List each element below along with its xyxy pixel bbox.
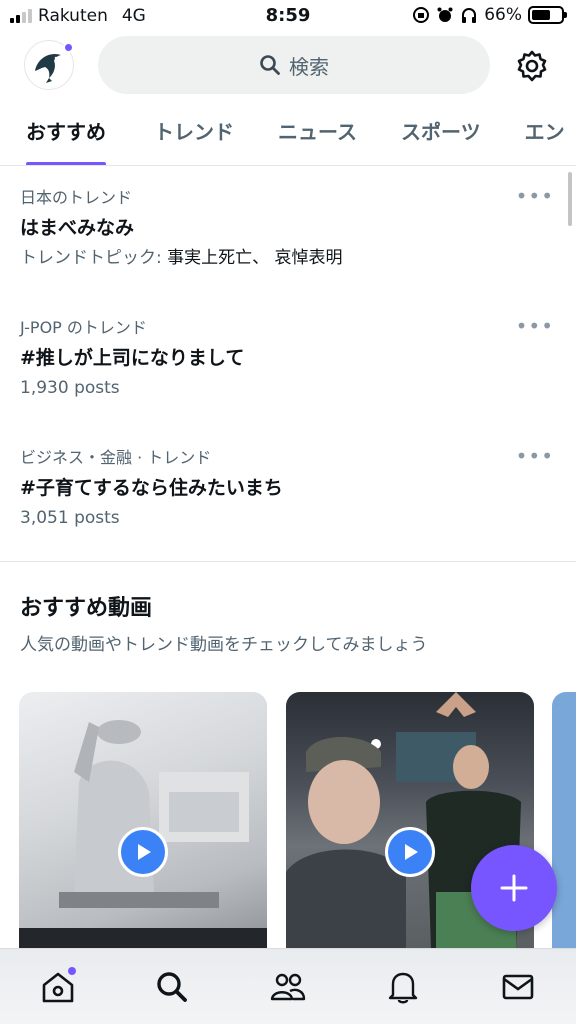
tab-sports[interactable]: スポーツ (379, 104, 503, 165)
nav-communities[interactable] (268, 967, 308, 1007)
search-icon (260, 55, 280, 75)
trend-item[interactable]: ビジネス・金融 · トレンド #子育てするなら住みたいまち 3,051 post… (0, 427, 576, 557)
gear-icon[interactable] (514, 48, 550, 84)
nav-search[interactable] (152, 967, 192, 1007)
play-button[interactable] (385, 827, 435, 877)
explore-tabs: おすすめ トレンド ニュース スポーツ エン (0, 104, 576, 166)
trend-title: #子育てするなら住みたいまち (20, 477, 283, 499)
play-button[interactable] (118, 827, 168, 877)
trend-meta-prefix: トレンドトピック: (20, 248, 168, 268)
play-icon (138, 844, 151, 860)
tab-news[interactable]: ニュース (256, 104, 379, 165)
trend-context: J-POP のトレンド (20, 318, 147, 337)
trend-post-count: 3,051 posts (20, 508, 120, 528)
section-divider (0, 561, 576, 562)
status-bar: Rakuten 4G 8:59 66% (0, 0, 576, 34)
headphones-icon (462, 8, 477, 23)
status-right: 66% (412, 5, 567, 25)
notification-dot (68, 967, 76, 975)
battery-icon (528, 6, 567, 24)
trend-context: 日本のトレンド (20, 188, 133, 207)
video-thumbnail-image (19, 720, 267, 948)
video-thumbnail[interactable] (19, 692, 267, 948)
video-thumbnail-partial[interactable] (552, 692, 576, 948)
trend-topics: 事実上死亡、 哀悼表明 (167, 248, 343, 268)
bell-icon (388, 972, 418, 1004)
more-options-icon[interactable]: ••• (516, 186, 554, 206)
notification-dot (63, 42, 74, 53)
communities-icon (270, 973, 306, 1001)
mail-icon (502, 974, 534, 1000)
more-options-icon[interactable]: ••• (516, 446, 554, 466)
tab-entertainment[interactable]: エン (503, 104, 576, 165)
trend-post-count: 1,930 posts (20, 378, 120, 398)
bottom-navigation (0, 948, 576, 1024)
search-icon (157, 972, 187, 1002)
trend-title: はまべみなみ (20, 217, 135, 239)
tab-trending[interactable]: トレンド (132, 104, 256, 165)
tab-recommended[interactable]: おすすめ (0, 104, 132, 165)
alarm-icon (437, 7, 453, 22)
trend-item[interactable]: 日本のトレンド はまべみなみ トレンドトピック: 事実上死亡、 哀悼表明 ••• (0, 167, 576, 297)
search-placeholder: 検索 (289, 54, 329, 79)
trend-list: 日本のトレンド はまべみなみ トレンドトピック: 事実上死亡、 哀悼表明 •••… (0, 167, 576, 557)
trend-meta: トレンドトピック: 事実上死亡、 哀悼表明 (20, 245, 556, 271)
compose-button[interactable] (471, 845, 557, 931)
top-header: 検索 (0, 34, 576, 98)
videos-section-title: おすすめ動画 (20, 596, 153, 621)
nav-notifications[interactable] (383, 967, 423, 1007)
trend-item[interactable]: J-POP のトレンド #推しが上司になりまして 1,930 posts ••• (0, 297, 576, 427)
avatar[interactable] (24, 40, 74, 90)
screen-lock-icon (413, 7, 430, 23)
more-options-icon[interactable]: ••• (516, 316, 554, 336)
scrollbar[interactable] (568, 172, 572, 226)
search-bar[interactable]: 検索 (98, 36, 490, 94)
trend-title: #推しが上司になりまして (20, 347, 245, 369)
plus-icon (500, 874, 528, 902)
battery-percent: 66% (484, 5, 522, 25)
play-icon (405, 844, 418, 860)
videos-section-subtitle: 人気の動画やトレンド動画をチェックしてみましょう (20, 635, 428, 655)
nav-home[interactable] (38, 967, 78, 1007)
trend-context: ビジネス・金融 · トレンド (20, 448, 212, 467)
nav-messages[interactable] (498, 967, 538, 1007)
